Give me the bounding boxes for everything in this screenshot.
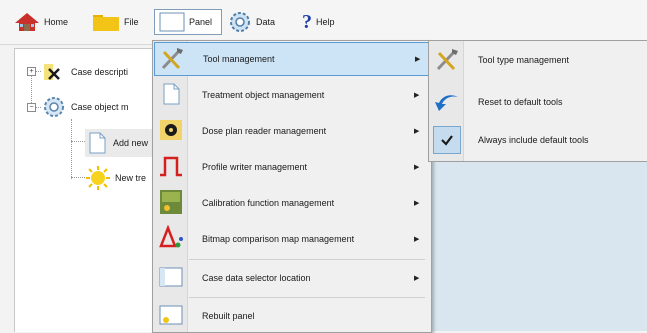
tool-management-submenu: Tool type management Reset to default to… [428, 40, 647, 162]
submenu-arrow-icon: ▶ [415, 56, 421, 63]
workspace-background [428, 160, 647, 331]
menu-item-treatment-object-management[interactable]: Treatment object management ▶ [154, 78, 430, 112]
radiation-icon [157, 116, 185, 144]
menu-item-always-include-default-tools[interactable]: Always include default tools [430, 123, 647, 157]
submenu-arrow-icon: ▶ [414, 200, 420, 207]
document-icon [89, 132, 106, 154]
panel-menu: Tool management ▶ Treatment object manag… [152, 40, 432, 333]
expander-icon[interactable]: − [27, 103, 36, 112]
toolbar: Home File Panel Data ? Help [0, 0, 647, 45]
menu-item-rebuilt-panel[interactable]: Rebuilt panel [154, 299, 430, 333]
case-tree: + − Case descripti Case object m Add new [14, 48, 157, 332]
tree-node-label: Add new [113, 138, 149, 148]
menu-item-calibration-function-management[interactable]: Calibration function management ▶ [154, 186, 430, 220]
submenu-arrow-icon: ▶ [414, 164, 420, 171]
help-label: Help [316, 17, 335, 27]
menu-item-label: Profile writer management [202, 162, 308, 172]
panel-icon [159, 12, 185, 32]
panel-button[interactable]: Panel [154, 9, 222, 35]
tree-node-label: Case descripti [71, 67, 129, 77]
check-icon [433, 126, 461, 154]
tree-node-label: New tre [115, 173, 147, 183]
home-button[interactable]: Home [14, 9, 86, 35]
tools-icon [158, 45, 186, 73]
menu-item-label: Tool type management [478, 55, 570, 65]
triangle-compare-icon [157, 224, 185, 252]
panel-layout-icon [157, 263, 185, 291]
data-label: Data [256, 17, 276, 27]
submenu-arrow-icon: ▶ [414, 128, 420, 135]
submenu-arrow-icon: ▶ [414, 236, 420, 243]
menu-item-label: Dose plan reader management [202, 126, 327, 136]
undo-arrow-icon [433, 88, 461, 116]
home-icon [15, 13, 39, 31]
help-icon: ? [302, 10, 312, 33]
menu-item-label: Reset to default tools [478, 97, 563, 107]
panel-rebuild-icon [157, 301, 185, 329]
tree-node-new-treatment[interactable]: New tre [85, 165, 146, 191]
menu-item-dose-plan-reader-management[interactable]: Dose plan reader management ▶ [154, 114, 430, 148]
calibration-icon [157, 188, 185, 216]
document-icon [157, 80, 185, 108]
data-button[interactable]: Data [228, 9, 290, 35]
pin-icon [44, 64, 60, 80]
menu-item-label: Tool management [203, 54, 275, 64]
tree-node-label: Case object m [71, 102, 129, 112]
menu-item-label: Case data selector location [202, 273, 311, 283]
help-button[interactable]: ? Help [302, 9, 364, 35]
tools-icon [433, 46, 461, 74]
menu-item-reset-default-tools[interactable]: Reset to default tools [430, 85, 647, 119]
profile-pulse-icon [157, 152, 185, 180]
sun-icon [86, 166, 110, 190]
menu-separator [189, 297, 425, 298]
home-label: Home [44, 17, 69, 27]
menu-item-bitmap-comparison-map-management[interactable]: Bitmap comparison map management ▶ [154, 222, 430, 256]
submenu-arrow-icon: ▶ [414, 92, 420, 99]
tree-node-case-object[interactable]: Case object m [41, 95, 129, 119]
folder-icon [93, 15, 119, 31]
tree-node-add-new[interactable]: Add new [85, 129, 153, 157]
gear-icon [230, 12, 250, 32]
menu-item-tool-management[interactable]: Tool management ▶ [154, 42, 430, 76]
gear-icon [44, 97, 64, 117]
file-label: File [124, 17, 139, 27]
menu-item-label: Calibration function management [202, 198, 335, 208]
menu-item-label: Always include default tools [478, 135, 589, 145]
panel-label: Panel [189, 17, 213, 27]
menu-item-profile-writer-management[interactable]: Profile writer management ▶ [154, 150, 430, 184]
file-button[interactable]: File [92, 9, 150, 35]
tree-node-case-description[interactable]: Case descripti [41, 61, 128, 83]
menu-separator [189, 259, 425, 260]
menu-item-label: Rebuilt panel [202, 311, 255, 321]
menu-item-label: Bitmap comparison map management [202, 234, 355, 244]
submenu-arrow-icon: ▶ [414, 275, 420, 282]
expander-icon[interactable]: + [27, 67, 36, 76]
menu-item-label: Treatment object management [202, 90, 325, 100]
menu-item-tool-type-management[interactable]: Tool type management [430, 43, 647, 77]
menu-item-case-data-selector-location[interactable]: Case data selector location ▶ [154, 261, 430, 295]
